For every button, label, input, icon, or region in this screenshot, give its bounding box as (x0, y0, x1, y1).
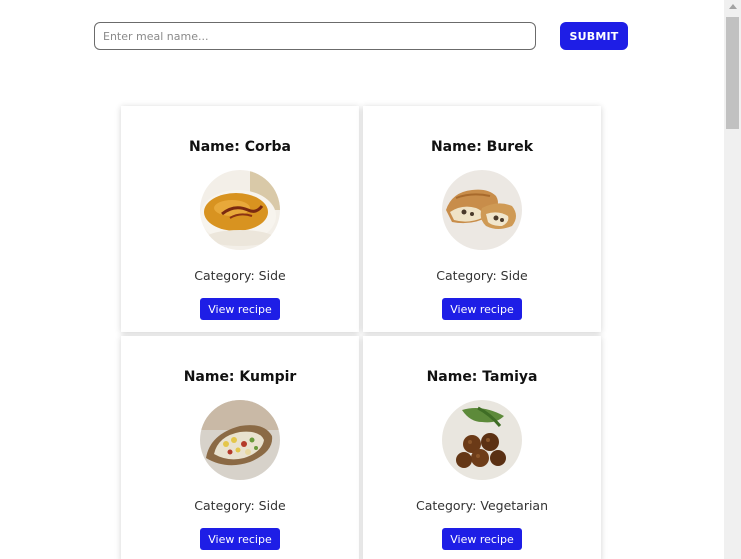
view-recipe-button[interactable]: View recipe (200, 528, 280, 550)
meal-name: Name: Tamiya (426, 369, 538, 385)
meal-name: Name: Kumpir (183, 369, 297, 385)
scrollbar-thumb[interactable] (726, 17, 739, 129)
meal-category: Category: Side (194, 498, 286, 513)
meal-name: Name: Corba (189, 139, 291, 155)
view-recipe-button[interactable]: View recipe (200, 298, 280, 320)
meal-category: Category: Vegetarian (415, 498, 549, 513)
meal-image-stuffed-potato (200, 400, 280, 480)
meal-category: Category: Side (194, 268, 286, 283)
meal-search-input[interactable] (94, 22, 536, 50)
scroll-up-arrow-icon[interactable] (729, 4, 737, 9)
meal-image-soup-bowl (200, 170, 280, 250)
meal-card: Name: Tamiya Category: Vegetarian View r… (363, 336, 601, 559)
meal-card: Name: Kumpir Category: Side View recipe (121, 336, 359, 559)
vertical-scrollbar[interactable] (724, 0, 741, 559)
meal-grid: Name: Corba Category: Side View recipe N… (121, 106, 601, 559)
meal-image-pastry (442, 170, 522, 250)
view-recipe-button[interactable]: View recipe (442, 298, 522, 320)
meal-card: Name: Burek Category: Side View recipe (363, 106, 601, 332)
meal-card: Name: Corba Category: Side View recipe (121, 106, 359, 332)
meal-name: Name: Burek (430, 139, 534, 155)
page: SUBMIT Name: Corba Category: Side View r… (0, 0, 741, 559)
meal-category: Category: Side (436, 268, 528, 283)
submit-button[interactable]: SUBMIT (560, 22, 628, 50)
view-recipe-button[interactable]: View recipe (442, 528, 522, 550)
meal-image-falafel (442, 400, 522, 480)
